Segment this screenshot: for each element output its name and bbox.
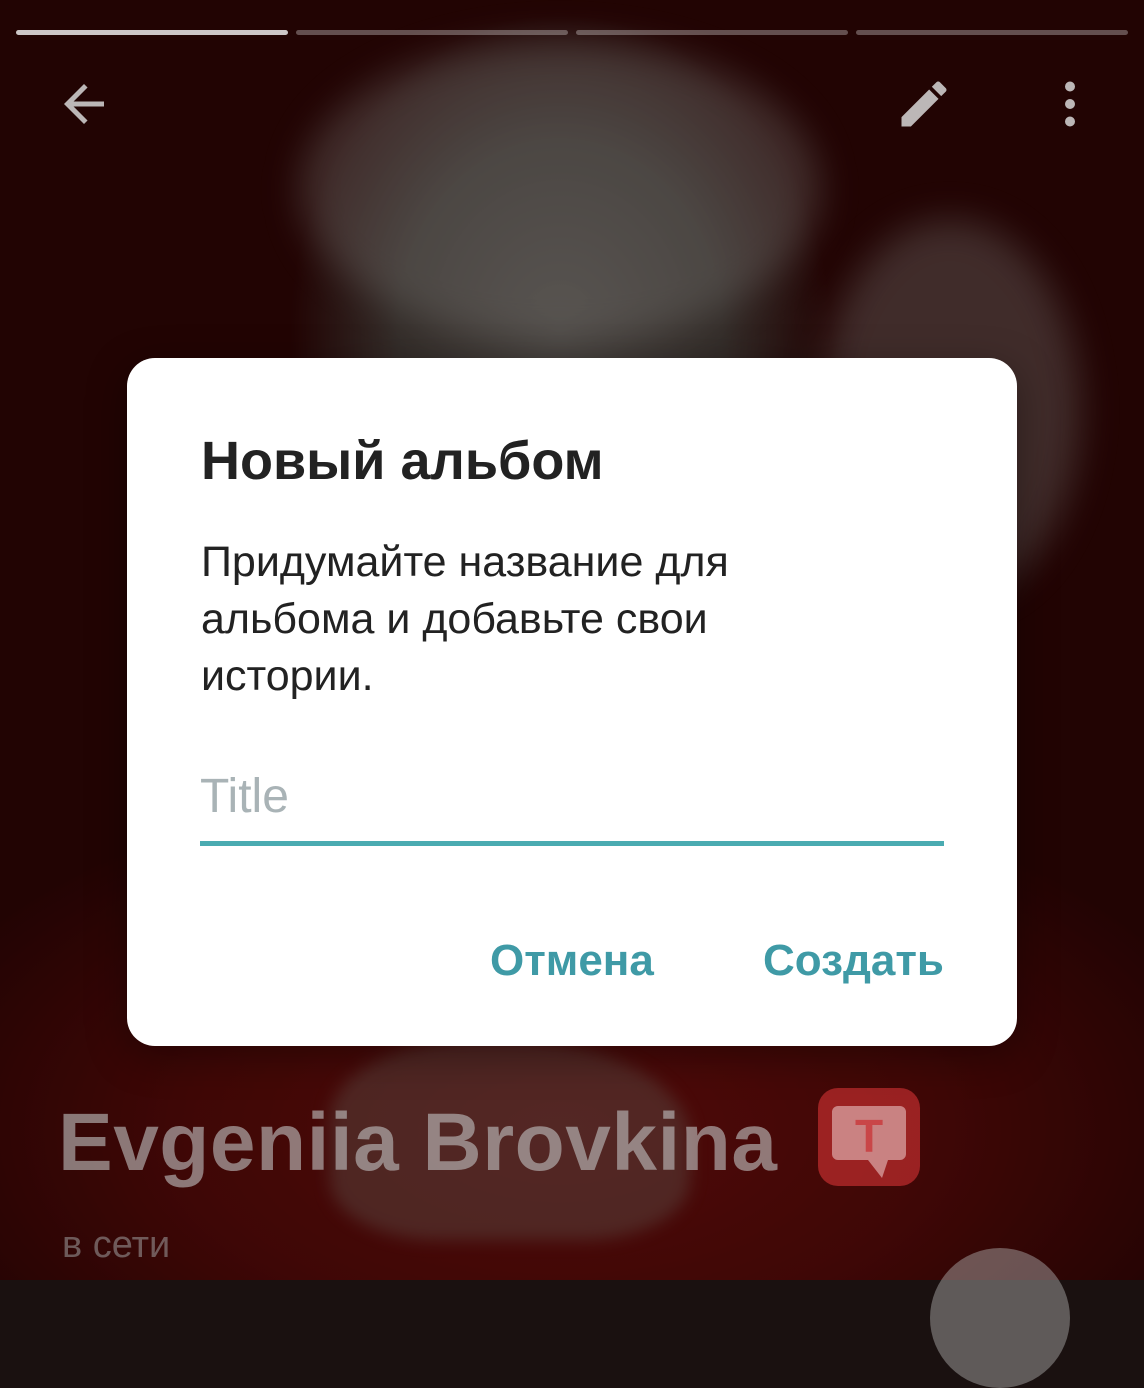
dialog-message: Придумайте название для альбома и добавь… [201, 538, 729, 700]
profile-name: Evgeniia Brovkina [58, 1097, 778, 1188]
back-button[interactable] [48, 68, 120, 140]
new-album-dialog: Новый альбом Придумайте название для аль… [127, 358, 1017, 1046]
arrow-left-icon [64, 84, 104, 124]
channel-badge-icon: T [818, 1088, 920, 1186]
album-title-input[interactable] [200, 760, 944, 846]
floating-action-button[interactable] [930, 1248, 1070, 1388]
more-vertical-icon [1065, 81, 1075, 127]
edit-button[interactable] [888, 68, 960, 140]
cancel-button[interactable]: Отмена [490, 936, 654, 986]
online-status: в сети [62, 1224, 171, 1266]
story-progress-bar [16, 30, 1128, 36]
more-options-button[interactable] [1034, 68, 1106, 140]
story-progress-segment [576, 30, 848, 35]
pencil-icon [901, 81, 947, 127]
story-progress-segment [856, 30, 1128, 35]
create-button[interactable]: Создать [763, 936, 944, 986]
dialog-title: Новый альбом [201, 431, 604, 491]
story-progress-segment [296, 30, 568, 35]
story-progress-segment [16, 30, 288, 35]
badge-letter: T [855, 1110, 883, 1162]
